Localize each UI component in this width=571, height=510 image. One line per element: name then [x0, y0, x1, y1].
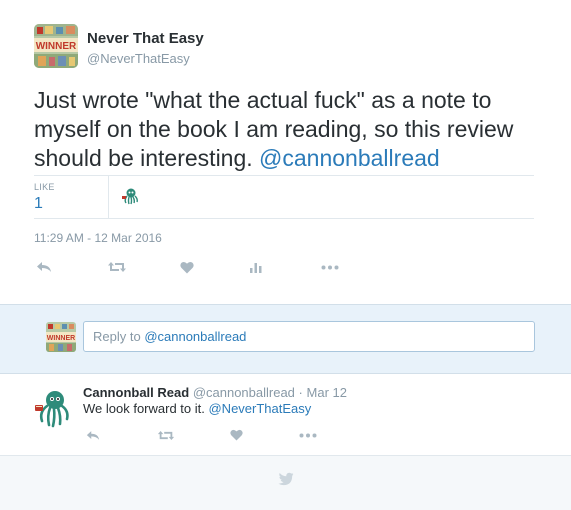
analytics-icon[interactable] — [246, 258, 266, 276]
reply-tweet-retweet-icon[interactable] — [155, 427, 177, 443]
author-avatar[interactable]: WINNER — [34, 24, 78, 68]
retweet-icon[interactable] — [106, 258, 128, 276]
twitter-bird-icon[interactable] — [274, 472, 294, 493]
author-handle[interactable]: @NeverThatEasy — [87, 51, 190, 66]
tweet-mention-link[interactable]: @cannonballread — [259, 145, 440, 171]
reply-separator: · — [298, 385, 303, 400]
reply-box: WINNER Reply to @cannonballread — [0, 304, 571, 374]
author-name[interactable]: Never That Easy — [87, 30, 204, 47]
svg-text:WINNER: WINNER — [36, 41, 77, 52]
tweet-timestamp[interactable]: 11:29 AM - 12 Mar 2016 — [34, 231, 162, 245]
reply-tweet-reply-icon[interactable] — [83, 427, 103, 443]
reply-icon[interactable] — [34, 258, 54, 276]
reply-placeholder-mention: @cannonballread — [144, 329, 247, 344]
svg-text:WINNER: WINNER — [47, 335, 75, 342]
like-icon[interactable] — [177, 258, 197, 276]
stats-divider-vertical — [108, 175, 109, 218]
reply-date[interactable]: Mar 12 — [307, 385, 347, 400]
cannonball-avatar[interactable] — [33, 388, 73, 428]
stats-divider-bottom — [34, 218, 534, 219]
reply-text: We look forward to it. @NeverThatEasy — [83, 401, 311, 416]
reply-body: We look forward to it. — [83, 401, 209, 416]
reply-tweet-more-icon[interactable] — [296, 427, 320, 443]
reply-author-name[interactable]: Cannonball Read — [83, 385, 189, 400]
like-count[interactable]: 1 — [34, 195, 43, 213]
tweet-text: Just wrote "what the actual fuck" as a n… — [34, 86, 554, 173]
stats-divider-top — [34, 175, 534, 176]
liker-avatar[interactable] — [120, 186, 140, 206]
reply-input[interactable]: Reply to @cannonballread — [83, 321, 535, 352]
reply-box-avatar: WINNER — [46, 322, 76, 352]
more-icon[interactable] — [318, 258, 342, 276]
reply-author-handle[interactable]: @cannonballread — [193, 385, 295, 400]
reply-tweet-like-icon[interactable] — [226, 427, 246, 443]
reply-placeholder-prefix: Reply to — [93, 329, 145, 344]
like-label: LIKE — [34, 182, 55, 192]
reply-mention-link[interactable]: @NeverThatEasy — [208, 401, 311, 416]
reply-header: Cannonball Read @cannonballread · Mar 12 — [83, 385, 347, 400]
footer — [0, 456, 571, 510]
